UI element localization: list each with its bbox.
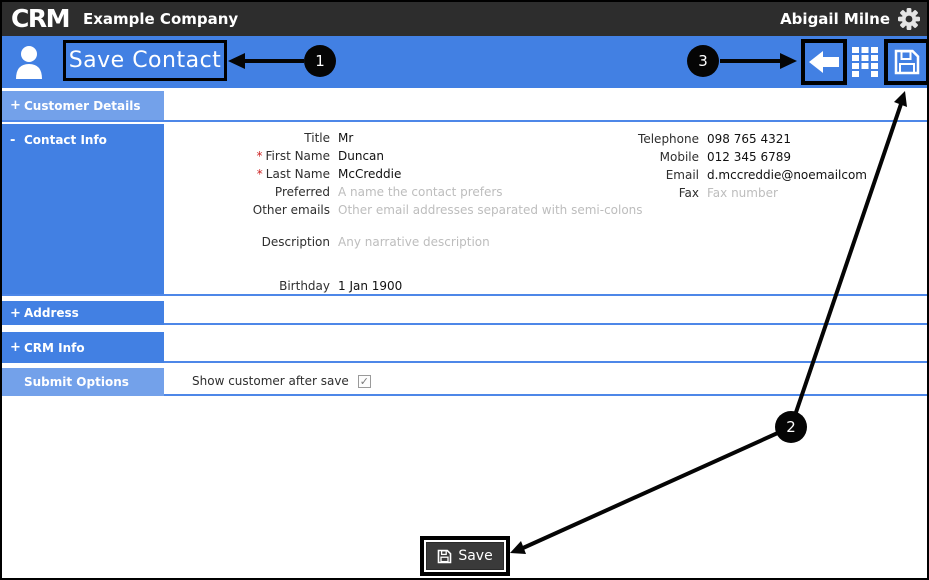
field-row-title: Title Mr: [164, 131, 643, 149]
last-name-field[interactable]: McCreddie: [338, 167, 401, 181]
section-customer-details: + Customer Details: [2, 91, 927, 122]
save-button-annotation-box: Save: [420, 536, 510, 576]
section-address: + Address: [2, 298, 927, 325]
sidebar-item-contact-info[interactable]: - Contact Info: [2, 124, 164, 294]
toolbar-save-button[interactable]: [884, 39, 927, 85]
section-submit-options: Submit Options Show customer after save …: [2, 365, 927, 396]
field-label: Description: [261, 235, 330, 249]
show-customer-label: Show customer after save: [192, 374, 349, 388]
building-icon: [852, 47, 878, 77]
sidebar-label: Contact Info: [24, 133, 107, 147]
check-icon: ✓: [359, 374, 369, 388]
save-button[interactable]: Save: [426, 542, 504, 570]
expand-plus-icon: +: [10, 340, 21, 355]
sidebar-item-crm-info[interactable]: + CRM Info: [2, 332, 164, 363]
show-customer-checkbox[interactable]: ✓: [357, 374, 371, 388]
field-label: Email: [665, 168, 699, 182]
sidebar-item-address[interactable]: + Address: [2, 301, 164, 325]
field-row-first-name: * First Name Duncan: [164, 149, 643, 167]
field-row-mobile: Mobile 012 345 6789: [614, 150, 867, 168]
top-bar: CRM Example Company Abigail Milne: [2, 2, 927, 36]
field-label: Fax: [678, 186, 699, 200]
required-asterisk: *: [256, 167, 263, 181]
field-label: Title: [304, 131, 330, 145]
company-building-button[interactable]: [852, 47, 878, 81]
fax-field[interactable]: Fax number: [707, 186, 778, 200]
field-row-description: Description Any narrative description: [164, 235, 643, 253]
page-title: Save Contact: [68, 48, 222, 73]
field-label: Mobile: [659, 150, 699, 164]
save-disk-icon: [438, 549, 452, 563]
first-name-field[interactable]: Duncan: [338, 149, 384, 163]
contact-form-left-column: Title Mr * First Name Duncan * Last Name M…: [164, 131, 643, 297]
expand-plus-icon: +: [10, 98, 21, 113]
field-label: Birthday: [279, 279, 330, 293]
mobile-field[interactable]: 012 345 6789: [707, 150, 791, 164]
annotation-circle-2: [775, 411, 807, 443]
preferred-field[interactable]: A name the contact prefers: [338, 185, 503, 199]
contact-form-right-column: Telephone 098 765 4321 Mobile 012 345 67…: [614, 132, 867, 204]
field-row-last-name: * Last Name McCreddie: [164, 167, 643, 185]
crm-logo: CRM: [11, 4, 70, 33]
sidebar-item-customer-details[interactable]: + Customer Details: [2, 91, 164, 120]
toolbar: Save Contact: [2, 36, 927, 88]
title-field[interactable]: Mr: [338, 131, 353, 145]
field-row-birthday: Birthday 1 Jan 1900: [164, 279, 643, 297]
settings-gear-icon[interactable]: [898, 8, 920, 30]
field-row-fax: Fax Fax number: [614, 186, 867, 204]
submit-options-row: Show customer after save ✓: [192, 374, 371, 388]
arrowhead-to-save-button: [510, 541, 526, 554]
field-label: Other emails: [252, 203, 330, 217]
section-crm-info: + CRM Info: [2, 327, 927, 363]
birthday-field[interactable]: 1 Jan 1900: [338, 279, 402, 293]
sidebar-label: Address: [24, 306, 79, 320]
section-contact-info: - Contact Info Title Mr * First Name Dunc…: [2, 124, 927, 296]
sidebar-label: Submit Options: [24, 375, 129, 389]
field-row-other-emails: Other emails Other email addresses separ…: [164, 203, 643, 221]
back-arrow-icon: [809, 51, 839, 73]
save-button-label: Save: [458, 548, 493, 564]
description-field[interactable]: Any narrative description: [338, 235, 490, 249]
back-button[interactable]: [801, 39, 847, 85]
field-row-telephone: Telephone 098 765 4321: [614, 132, 867, 150]
email-field[interactable]: d.mccreddie@noemailcom: [707, 168, 867, 182]
required-asterisk: *: [256, 149, 263, 163]
sidebar-label: CRM Info: [24, 340, 85, 355]
contact-person-icon: [15, 45, 43, 83]
expand-plus-icon: +: [10, 305, 21, 321]
sidebar-label: Customer Details: [24, 98, 141, 113]
field-label: Preferred: [274, 185, 330, 199]
user-name[interactable]: Abigail Milne: [780, 10, 890, 28]
collapse-minus-icon: -: [10, 133, 16, 148]
field-label: Telephone: [638, 132, 699, 146]
field-row-preferred: Preferred A name the contact prefers: [164, 185, 643, 203]
field-label: * Last Name: [256, 167, 330, 181]
annotation-number-2: 2: [786, 418, 796, 436]
other-emails-field[interactable]: Other email addresses separated with sem…: [338, 203, 643, 217]
sidebar-item-submit-options[interactable]: Submit Options: [2, 368, 164, 396]
field-row-email: Email d.mccreddie@noemailcom: [614, 168, 867, 186]
telephone-field[interactable]: 098 765 4321: [707, 132, 791, 146]
company-name: Example Company: [82, 10, 239, 28]
field-label: * First Name: [256, 149, 330, 163]
save-disk-icon: [894, 49, 920, 75]
crm-window: CRM Example Company Abigail Milne Save C…: [0, 0, 929, 580]
page-title-annotation-box: Save Contact: [63, 40, 227, 81]
